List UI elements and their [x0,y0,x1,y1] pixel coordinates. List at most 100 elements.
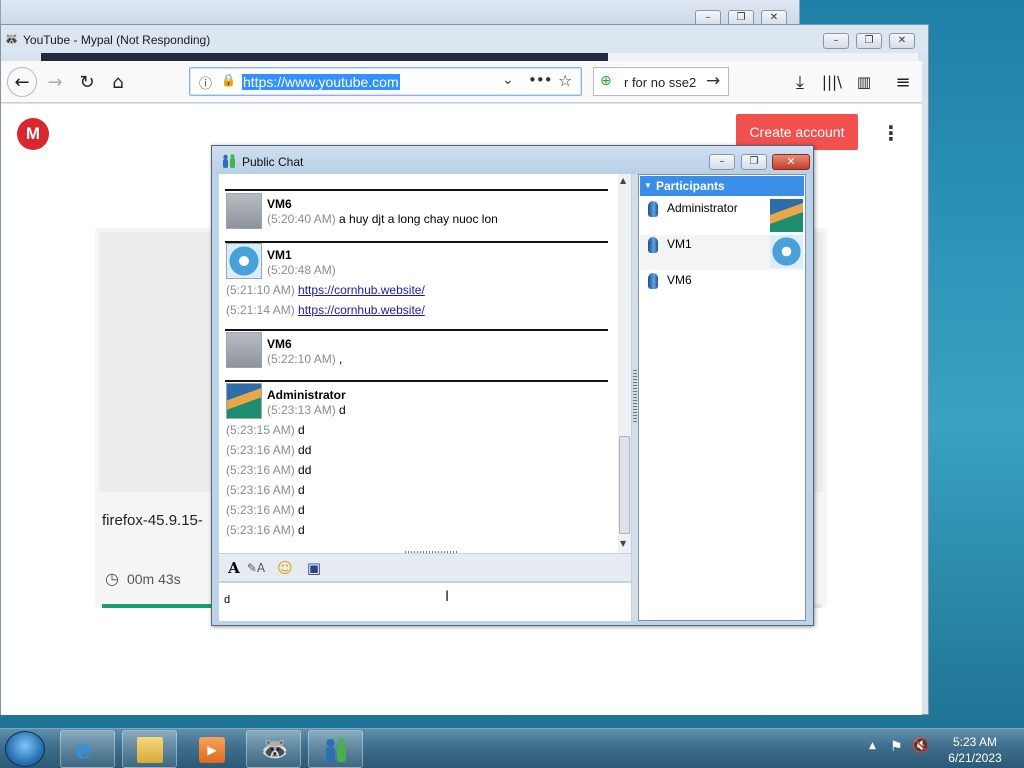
message-scrollbar[interactable]: ▲ ▼ [618,174,631,553]
message-time: (5:21:14 AM) [226,303,295,317]
folder-icon [137,737,163,763]
message-time: (5:20:48 AM) [267,263,336,277]
browser-titlebar[interactable]: 🦝 YouTube - Mypal (Not Responding) – ❐ ✕ [1,25,928,53]
participant-item[interactable]: Administrator [640,199,804,234]
message-time: (5:23:15 AM) [226,423,295,437]
url-bar[interactable]: ⓘ 🔒 https://www.youtube.com ⌄ ••• ☆ [189,67,582,96]
close-icon[interactable]: ✕ [889,33,915,49]
media-player-icon: ▶ [199,737,225,763]
timer-text: 00m 43s [126,571,181,587]
chevron-down-icon[interactable]: ⌄ [502,72,514,88]
message-input-text[interactable]: d [224,594,230,606]
message-time: (5:22:10 AM) [267,352,336,366]
message-text: d [298,423,305,437]
scroll-down-icon[interactable]: ▼ [620,539,626,548]
window-title: YouTube - Mypal (Not Responding) [23,33,211,47]
show-hidden-icons[interactable]: ▲ [869,741,876,751]
tab-strip[interactable] [41,53,608,61]
download-icon[interactable]: ⤓ [787,69,813,95]
vertical-resize-grip[interactable] [633,370,637,422]
more-options-icon[interactable]: ⋮ [881,122,901,144]
message-text: d [339,403,346,417]
close-icon[interactable]: ✕ [772,154,810,170]
home-icon[interactable]: ⌂ [105,69,131,95]
emoticon-icon[interactable]: ☺ [275,558,295,578]
message-text: , [339,352,343,366]
message-list[interactable]: VM6 (5:20:40 AM) a huy djt a long chay n… [219,174,618,553]
menu-icon[interactable]: ≡ [890,69,916,95]
participant-name: Administrator [667,201,738,215]
chat-taskbar-button[interactable] [308,730,363,768]
scroll-up-icon[interactable]: ▲ [620,176,626,185]
mega-logo[interactable]: M [17,118,49,150]
font-icon[interactable]: A [224,558,244,578]
clock-time: 5:23 AM [952,735,998,749]
forward-arrow-icon[interactable]: → [42,69,68,95]
search-bar[interactable]: ⊕ r for no sse2 → [593,67,729,96]
volume-muted-icon[interactable]: 🔇 [912,738,929,754]
message-line: (5:23:13 AM) d [267,403,346,417]
participant-item[interactable]: VM6 [640,271,804,306]
participant-avatar [770,199,803,232]
action-center-icon[interactable]: ⚑ [890,739,903,755]
participants-header[interactable]: Participants [640,176,804,196]
scrollbar-thumb[interactable] [619,436,630,534]
reload-icon[interactable]: ↻ [74,69,100,95]
message-time: (5:23:16 AM) [226,463,295,477]
chat-title: Public Chat [242,155,304,169]
participant-name: VM6 [667,273,692,287]
message-line: (5:23:15 AM) d [226,423,305,437]
lock-icon: 🔒 [221,73,236,87]
info-icon[interactable]: ⓘ [199,73,212,92]
sender-name: VM6 [267,337,292,351]
minimize-icon[interactable]: – [709,154,735,170]
mypal-taskbar-button[interactable]: 🦝 [246,730,301,768]
internet-explorer-icon: e [75,735,92,765]
maximize-icon[interactable]: ❐ [741,154,767,170]
go-arrow-icon[interactable]: → [706,71,720,91]
clock-icon: ◷ [105,571,119,588]
back-arrow-icon[interactable]: ← [7,67,37,97]
message-line: (5:21:10 AM) https://cornhub.website/ [226,283,425,297]
maximize-icon[interactable]: ❐ [856,33,882,49]
message-divider [225,380,608,382]
user-icon [648,237,658,253]
start-button[interactable] [5,731,45,767]
user-icon [648,201,658,217]
search-engine-icon[interactable]: ⊕ [600,73,612,89]
message-text: d [298,523,305,537]
message-time: (5:23:16 AM) [226,503,295,517]
message-line: (5:23:16 AM) dd [226,463,311,477]
message-text: dd [298,463,312,477]
save-icon[interactable]: ▣ [304,558,324,578]
explorer-taskbar-button[interactable] [122,730,177,768]
library-icon[interactable]: |||\ [819,69,845,95]
message-text: a huy djt a long chay nuoc lon [339,212,498,226]
bookmark-star-icon[interactable]: ☆ [558,71,572,90]
message-divider [225,329,608,331]
message-divider [225,241,608,243]
message-line: (5:23:16 AM) d [226,523,305,537]
message-text: dd [298,443,312,457]
minimize-icon[interactable]: – [823,33,849,49]
search-text[interactable]: r for no sse2 [624,75,696,90]
participant-item[interactable]: VM1 [640,235,804,270]
message-link[interactable]: https://cornhub.website/ [298,303,425,317]
url-text[interactable]: https://www.youtube.com [242,74,400,90]
message-text: d [298,483,305,497]
message-line: (5:22:10 AM) , [267,352,342,366]
sidebar-icon[interactable]: ▥ [851,69,877,95]
message-line: (5:23:16 AM) dd [226,443,311,457]
clock[interactable]: 5:23 AM 6/21/2023 [940,734,1010,766]
internet-explorer-taskbar-button[interactable]: e [60,730,115,768]
participant-name: VM1 [667,237,692,251]
chat-titlebar[interactable]: Public Chat – ❐ ✕ [212,146,813,174]
active-tab[interactable] [608,53,918,61]
font-color-icon[interactable]: ✎A [246,558,266,578]
media-player-taskbar-button[interactable]: ▶ [184,730,239,768]
message-link[interactable]: https://cornhub.website/ [298,283,425,297]
message-input[interactable]: d I [219,582,631,621]
message-line: (5:20:40 AM) a huy djt a long chay nuoc … [267,212,498,226]
message-line: (5:21:14 AM) https://cornhub.website/ [226,303,425,317]
page-actions-icon[interactable]: ••• [528,71,553,89]
